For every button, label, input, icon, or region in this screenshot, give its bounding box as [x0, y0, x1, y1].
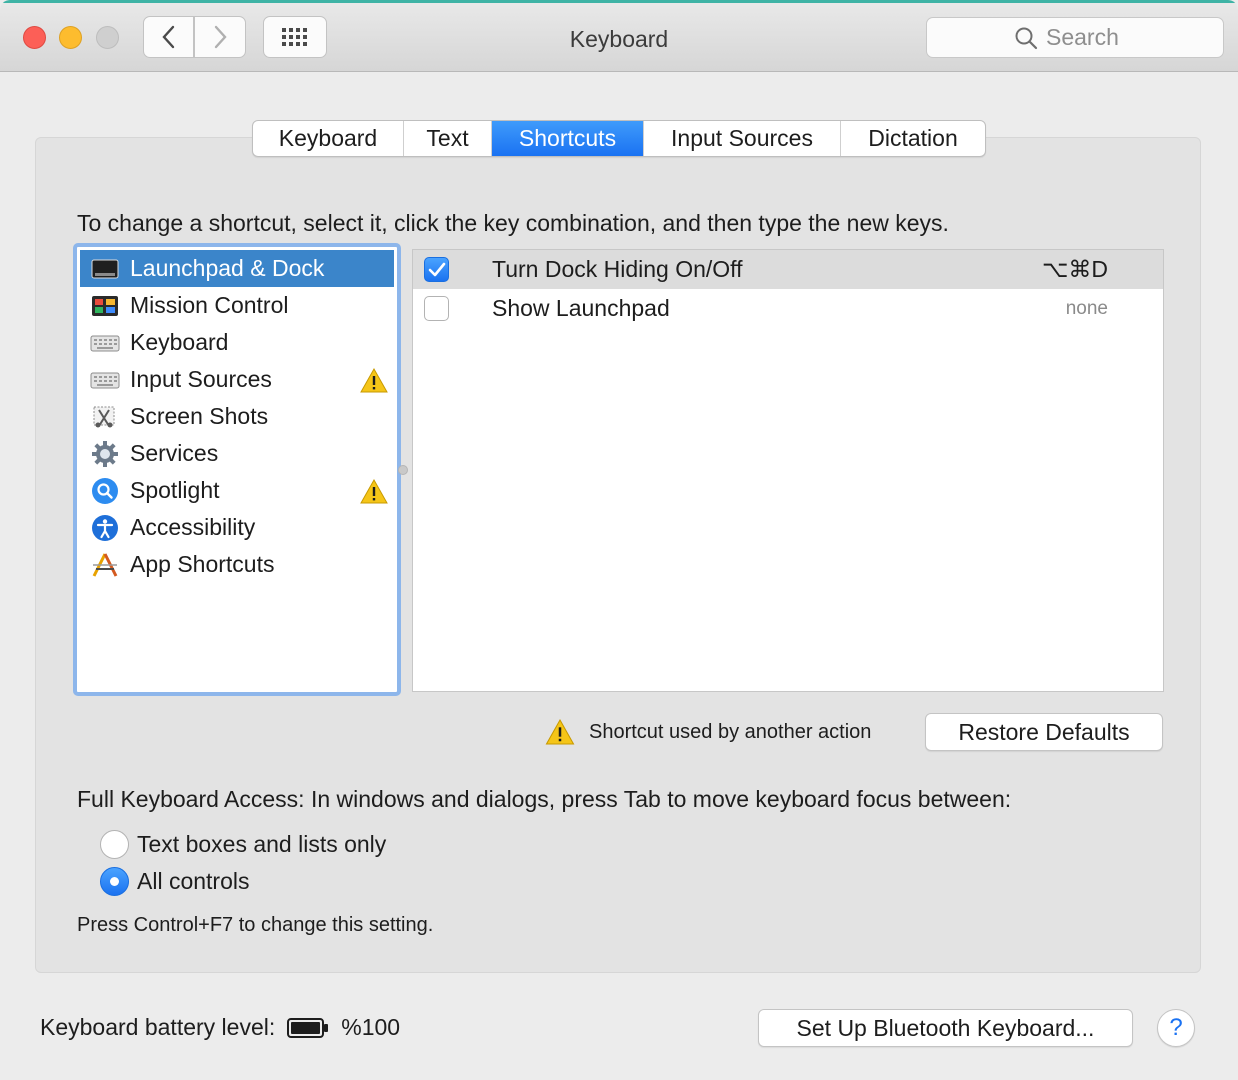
radio-label: Text boxes and lists only: [137, 831, 387, 857]
search-input[interactable]: [1046, 24, 1136, 51]
category-label: App Shortcuts: [130, 551, 275, 577]
checkmark-icon: [428, 262, 445, 276]
split-view-divider[interactable]: [398, 465, 408, 475]
battery-label: Keyboard battery level:: [40, 1014, 276, 1040]
gear-icon: [90, 440, 120, 467]
category-mission-control[interactable]: Mission Control: [80, 287, 394, 324]
radio-text-boxes-lists[interactable]: Text boxes and lists only: [100, 830, 386, 859]
title-bar: Keyboard: [0, 0, 1238, 72]
shortcut-list[interactable]: Turn Dock Hiding On/Off ⌥⌘D Show Launchp…: [412, 249, 1164, 692]
preferences-window: Keyboard Keyboard Text Shortcuts Input S…: [0, 0, 1238, 1080]
category-label: Mission Control: [130, 292, 289, 318]
shortcut-label: Show Launchpad: [492, 295, 670, 321]
category-list[interactable]: Launchpad & Dock Mission Control Keyboar…: [80, 250, 394, 689]
shortcut-row[interactable]: Show Launchpad none: [413, 289, 1163, 328]
setup-bluetooth-keyboard-button[interactable]: Set Up Bluetooth Keyboard...: [758, 1009, 1133, 1047]
full-keyboard-access-label: Full Keyboard Access: In windows and dia…: [77, 786, 1012, 812]
category-app-shortcuts[interactable]: App Shortcuts: [80, 546, 394, 583]
category-list-frame: Launchpad & Dock Mission Control Keyboar…: [73, 243, 401, 696]
keyboard-access-note: Press Control+F7 to change this setting.: [77, 914, 434, 936]
radio-all-controls[interactable]: All controls: [100, 867, 249, 896]
radio-label: All controls: [137, 868, 250, 894]
restore-defaults-button[interactable]: Restore Defaults: [925, 713, 1163, 751]
radio-button[interactable]: [100, 830, 129, 859]
category-label: Screen Shots: [130, 403, 269, 429]
spotlight-icon: [90, 477, 120, 504]
category-services[interactable]: Services: [80, 435, 394, 472]
category-label: Services: [130, 440, 219, 466]
help-button[interactable]: ?: [1157, 1009, 1195, 1047]
radio-button[interactable]: [100, 867, 129, 896]
battery-value: %100: [341, 1014, 401, 1040]
tab-text[interactable]: Text: [404, 121, 492, 156]
category-input-sources[interactable]: Input Sources: [80, 361, 394, 398]
keyboard-icon: [90, 330, 120, 356]
shortcut-checkbox[interactable]: [424, 257, 449, 282]
keyboard-icon: [90, 367, 120, 393]
shortcut-key-combination[interactable]: none: [1066, 298, 1108, 320]
battery-level: Keyboard battery level: %100: [40, 1014, 400, 1041]
category-label: Launchpad & Dock: [130, 255, 325, 281]
launchpad-dock-icon: [90, 256, 120, 282]
category-accessibility[interactable]: Accessibility: [80, 509, 394, 546]
tab-keyboard[interactable]: Keyboard: [253, 121, 404, 156]
shortcut-row[interactable]: Turn Dock Hiding On/Off ⌥⌘D: [413, 250, 1163, 289]
shortcut-key-combination[interactable]: ⌥⌘D: [1042, 256, 1108, 283]
warning-icon: [545, 719, 575, 745]
category-launchpad-dock[interactable]: Launchpad & Dock: [80, 250, 394, 287]
shortcut-label: Turn Dock Hiding On/Off: [492, 256, 743, 282]
warning-icon: [360, 367, 388, 399]
category-spotlight[interactable]: Spotlight: [80, 472, 394, 509]
battery-icon: [287, 1017, 329, 1038]
warning-icon: [360, 478, 388, 510]
conflict-legend-label: Shortcut used by another action: [589, 720, 872, 743]
tab-input-sources[interactable]: Input Sources: [644, 121, 841, 156]
tab-shortcuts[interactable]: Shortcuts: [492, 121, 644, 156]
category-label: Accessibility: [130, 514, 256, 540]
tab-bar: Keyboard Text Shortcuts Input Sources Di…: [252, 120, 986, 157]
mission-control-icon: [90, 293, 120, 319]
category-keyboard[interactable]: Keyboard: [80, 324, 394, 361]
category-screen-shots[interactable]: Screen Shots: [80, 398, 394, 435]
search-field[interactable]: [926, 17, 1224, 58]
app-shortcuts-icon: [90, 552, 120, 578]
shortcut-checkbox[interactable]: [424, 296, 449, 321]
instruction-text: To change a shortcut, select it, click t…: [77, 210, 949, 236]
category-label: Spotlight: [130, 477, 220, 503]
tab-dictation[interactable]: Dictation: [841, 121, 985, 156]
screenshot-icon: [90, 404, 120, 430]
category-label: Keyboard: [130, 329, 229, 355]
search-icon: [1015, 27, 1038, 49]
category-label: Input Sources: [130, 366, 272, 392]
conflict-legend: Shortcut used by another action: [545, 719, 871, 745]
accessibility-icon: [90, 514, 120, 541]
